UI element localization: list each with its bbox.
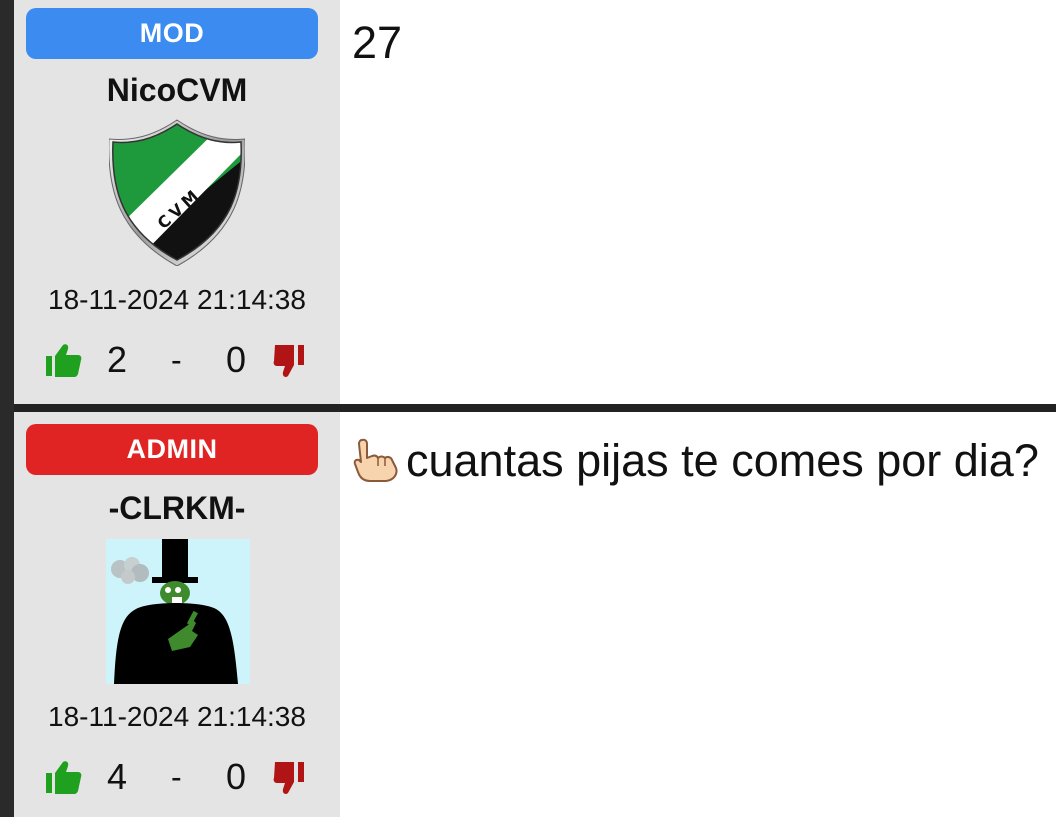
upvote-count: 4: [107, 756, 128, 797]
cvm-club-shield-icon[interactable]: CVM: [109, 118, 245, 266]
forum-post: ADMIN -CLRKM- 18-11-2024 21:14:38 4 - 0 …: [14, 412, 1056, 817]
vote-bar: 2 - 0: [14, 340, 340, 380]
vote-separator: -: [171, 342, 182, 378]
vote-separator: -: [171, 759, 182, 795]
role-badge-admin: ADMIN: [26, 424, 318, 475]
upvote-count: 2: [107, 339, 128, 380]
post-timestamp: 18-11-2024 21:14:38: [48, 701, 306, 732]
thumbs-up-icon[interactable]: [44, 759, 84, 795]
forum-post: MOD NicoCVM CVM 18-11-2024 21:14:38 2 - …: [14, 0, 1056, 404]
left-edge-bar: [0, 0, 14, 817]
username[interactable]: NicoCVM: [14, 72, 340, 109]
post-message-text: cuantas pijas te comes por dia?: [406, 435, 1039, 486]
post-separator: [14, 404, 1056, 412]
downvote-count: 0: [226, 339, 247, 380]
thumbs-down-icon[interactable]: [272, 759, 312, 795]
role-badge-mod: MOD: [26, 8, 318, 59]
post-message: cuantas pijas te comes por dia?: [352, 422, 1042, 500]
vote-bar: 4 - 0: [14, 757, 340, 797]
downvote-count: 0: [226, 756, 247, 797]
thumbs-up-icon[interactable]: [44, 342, 84, 378]
post-timestamp: 18-11-2024 21:14:38: [48, 284, 306, 315]
pepe-top-hat-middle-finger-icon[interactable]: [106, 539, 250, 684]
user-panel: ADMIN -CLRKM- 18-11-2024 21:14:38 4 - 0: [14, 412, 340, 817]
user-panel: MOD NicoCVM CVM 18-11-2024 21:14:38 2 - …: [14, 0, 340, 404]
pointing-hand-up-icon: [353, 438, 398, 482]
username[interactable]: -CLRKM-: [14, 490, 340, 527]
post-message: 27: [352, 17, 403, 68]
thumbs-down-icon[interactable]: [272, 342, 312, 378]
